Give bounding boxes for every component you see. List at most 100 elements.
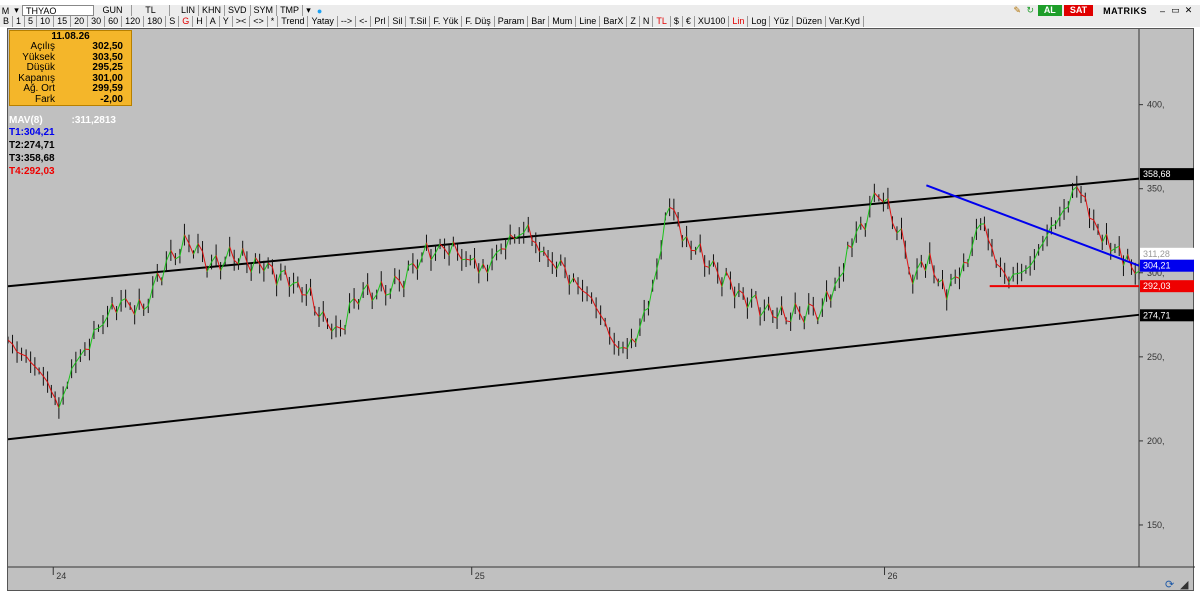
- khn-button[interactable]: KHN: [199, 5, 226, 16]
- toolbar-button-4[interactable]: 15: [54, 16, 72, 27]
- twitter-icon[interactable]: ●: [314, 5, 325, 16]
- toolbar-button-12[interactable]: H: [193, 16, 207, 27]
- mav-segment: [335, 325, 341, 329]
- mav-segment: [421, 242, 427, 258]
- toolbar-button-35[interactable]: $: [670, 16, 683, 27]
- toolbar-button-15[interactable]: ><: [232, 16, 251, 27]
- toolbar-button-37[interactable]: XU100: [694, 16, 730, 27]
- toolbar-button-29[interactable]: Mum: [549, 16, 577, 27]
- toolbar-button-7[interactable]: 60: [105, 16, 123, 27]
- mav-segment: [1000, 266, 1006, 274]
- toolbar-button-39[interactable]: Log: [748, 16, 771, 27]
- price-chart[interactable]: 150,200,250,300,350,400,24 25 26358,68311,…: [8, 29, 1195, 592]
- mav-segment: [564, 267, 570, 285]
- buy-button[interactable]: AL: [1037, 5, 1062, 16]
- toolbar-button-40[interactable]: Yüz: [770, 16, 793, 27]
- pencil-icon[interactable]: ✎: [1012, 5, 1023, 16]
- mav-segment: [482, 263, 488, 274]
- toolbar-button-24[interactable]: T.Sil: [406, 16, 431, 27]
- top-toolbar: M ▾ THYAO GUN TL LIN KHN SVD SYM TMP ▾ ●…: [0, 5, 1200, 16]
- restore-icon[interactable]: ▭: [1170, 5, 1181, 16]
- mav-segment: [376, 281, 382, 295]
- toolbar-button-20[interactable]: -->: [337, 16, 357, 27]
- toolbar-button-34[interactable]: TL: [653, 16, 671, 27]
- mav-segment: [349, 298, 355, 304]
- mav-segment: [821, 290, 828, 308]
- toolbar-button-26[interactable]: F. Düş: [462, 16, 495, 27]
- mav-segment: [1063, 206, 1069, 210]
- toolbar-button-0[interactable]: B: [0, 16, 14, 27]
- toolbar-button-11[interactable]: G: [179, 16, 194, 27]
- mav-segment: [527, 224, 533, 241]
- toolbar-button-42[interactable]: Var.Kyd: [825, 16, 864, 27]
- currency-button[interactable]: TL: [132, 5, 170, 16]
- toolbar-button-3[interactable]: 10: [37, 16, 55, 27]
- chart-area[interactable]: 150, 200, 250, 300, 350, 400, 24 25 26 358,68 311,…: [7, 28, 1195, 592]
- app-menu-icon[interactable]: M: [0, 5, 11, 16]
- toolbar-button-21[interactable]: <-: [356, 16, 372, 27]
- mav-segment: [983, 223, 989, 240]
- toolbar-button-31[interactable]: BarX: [600, 16, 628, 27]
- toolbar-button-27[interactable]: Param: [494, 16, 529, 27]
- mav-segment: [908, 270, 914, 285]
- toolbar-button-25[interactable]: F. Yük: [430, 16, 463, 27]
- mav-segment: [389, 276, 396, 294]
- toolbar-button-2[interactable]: 5: [25, 16, 38, 27]
- toolbar-button-13[interactable]: A: [206, 16, 220, 27]
- toolbar-button-17[interactable]: *: [267, 16, 279, 27]
- tmp-button[interactable]: TMP: [277, 5, 304, 16]
- sym-button[interactable]: SYM: [250, 5, 278, 16]
- mav-segment: [971, 229, 977, 247]
- toolbar-button-32[interactable]: Z: [627, 16, 640, 27]
- mav-segment: [58, 395, 64, 409]
- mav-segment: [577, 285, 583, 292]
- toolbar-button-19[interactable]: Yatay: [308, 16, 338, 27]
- toolbar-button-33[interactable]: N: [639, 16, 654, 27]
- toolbar-button-8[interactable]: 120: [122, 16, 145, 27]
- mav-segment: [293, 281, 298, 284]
- sell-button[interactable]: SAT: [1063, 5, 1094, 16]
- svd-button[interactable]: SVD: [225, 5, 251, 16]
- mav-segment: [1076, 186, 1082, 195]
- mav-segment: [88, 329, 95, 350]
- toolbar-button-30[interactable]: Line: [576, 16, 601, 27]
- toolbar-button-28[interactable]: Bar: [528, 16, 550, 27]
- mav-segment: [179, 234, 185, 257]
- mav-segment: [609, 335, 615, 344]
- mav-segment: [1067, 190, 1074, 207]
- toolbar-button-14[interactable]: Y: [219, 16, 233, 27]
- mav-segment: [604, 322, 611, 337]
- dropdown-icon[interactable]: ▾: [11, 5, 22, 16]
- symbol-field[interactable]: THYAO: [22, 5, 94, 16]
- toolbar-button-9[interactable]: 180: [144, 16, 167, 27]
- toolbar-button-5[interactable]: 20: [71, 16, 89, 27]
- toolbar-button-1[interactable]: 1: [13, 16, 26, 27]
- mav-segment: [62, 385, 68, 396]
- mav-segment: [156, 272, 163, 282]
- lin-button[interactable]: LIN: [178, 5, 200, 16]
- refresh-icon[interactable]: ↻: [1025, 5, 1036, 16]
- toolbar-button-41[interactable]: Düzen: [792, 16, 826, 27]
- toolbar-button-18[interactable]: Trend: [278, 16, 309, 27]
- channel-upper-line: [8, 177, 1140, 288]
- ohlc-info-panel: 11.08.26 Açılış 302,50 Yüksek 303,50 Düşük…: [9, 30, 132, 106]
- toolbar-button-38[interactable]: Lin: [729, 16, 749, 27]
- resize-icon[interactable]: ◢: [1180, 578, 1189, 591]
- mav-segment: [635, 327, 641, 343]
- toolbar-button-23[interactable]: Sil: [389, 16, 407, 27]
- close-icon[interactable]: ✕: [1183, 5, 1194, 16]
- tmp-dropdown-icon[interactable]: ▾: [303, 5, 314, 16]
- sync-icon[interactable]: ⟳: [1165, 578, 1174, 591]
- x-tick-label: 24: [56, 571, 66, 581]
- toolbar-button-10[interactable]: S: [166, 16, 180, 27]
- mav-segment: [826, 290, 832, 302]
- toolbar-button-36[interactable]: €: [682, 16, 695, 27]
- mav-segment: [280, 269, 286, 273]
- period-button[interactable]: GUN: [94, 5, 132, 16]
- minimize-icon[interactable]: –: [1157, 5, 1168, 16]
- toolbar-button-16[interactable]: <>: [250, 16, 268, 27]
- mav-segment: [878, 197, 884, 203]
- toolbar-button-22[interactable]: Prl: [371, 16, 390, 27]
- toolbar-button-6[interactable]: 30: [88, 16, 106, 27]
- mav-segment: [729, 280, 736, 298]
